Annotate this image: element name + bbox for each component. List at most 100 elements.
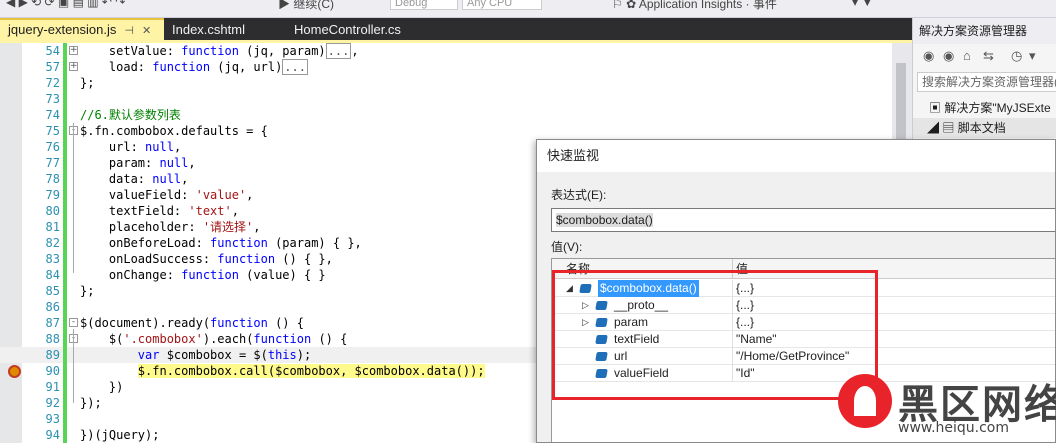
change-marker bbox=[63, 155, 67, 171]
line-number: 79 bbox=[45, 188, 60, 202]
line-number: 84 bbox=[45, 268, 60, 282]
code-text[interactable]: onChange: function (value) { } bbox=[80, 267, 326, 283]
sync-icon[interactable]: ⇆ bbox=[983, 48, 994, 64]
change-marker bbox=[63, 139, 67, 155]
code-text[interactable]: })(jQuery); bbox=[80, 427, 159, 443]
line-number: 81 bbox=[45, 220, 60, 234]
solution-icon: ▣ bbox=[929, 101, 945, 115]
line-number: 72 bbox=[45, 76, 60, 90]
code-text[interactable]: $.fn.combobox.call($combobox, $combobox.… bbox=[80, 363, 485, 379]
code-text[interactable]: $('.combobox').each(function () { bbox=[80, 331, 347, 347]
change-marker bbox=[63, 75, 67, 91]
tab-jquery-extension[interactable]: jquery-extension.js ⊣ ✕ bbox=[0, 18, 164, 40]
code-text[interactable]: $.fn.combobox.defaults = { bbox=[80, 123, 268, 139]
code-text[interactable]: onBeforeLoad: function (param) { }, bbox=[80, 235, 362, 251]
insights-button[interactable]: ⚐ ✿ Application Insights · 事件 bbox=[612, 0, 777, 11]
code-text[interactable]: valueField: 'value', bbox=[80, 187, 254, 203]
line-number: 75 bbox=[45, 124, 60, 138]
change-marker bbox=[63, 427, 67, 443]
change-marker bbox=[63, 363, 67, 379]
collapse-icon[interactable]: - bbox=[69, 318, 78, 327]
line-number: 57 bbox=[45, 60, 60, 74]
platform-dropdown[interactable]: Any CPU bbox=[462, 0, 542, 10]
code-line[interactable]: 75-$.fn.combobox.defaults = { bbox=[0, 123, 912, 139]
watermark-url: www.heiqu.com bbox=[898, 420, 1010, 436]
line-number: 54 bbox=[45, 44, 60, 58]
code-text[interactable]: }) bbox=[80, 379, 123, 395]
close-icon[interactable]: ✕ bbox=[142, 25, 151, 37]
code-text[interactable]: onLoadSuccess: function () { }, bbox=[80, 251, 333, 267]
code-text[interactable]: textField: 'text', bbox=[80, 203, 239, 219]
watermark-logo-icon bbox=[838, 374, 892, 428]
expression-input[interactable]: $combobox.data() bbox=[551, 208, 1055, 232]
code-line[interactable]: 72}; bbox=[0, 75, 912, 91]
folder-node[interactable]: ◢ ▤ 脚本文档 bbox=[913, 118, 1056, 138]
line-number: 92 bbox=[45, 396, 60, 410]
main-toolbar: ◀ ▶ ⟲ ⟳ ▣ ▤ ▥ ↶ ↷ ▶ 继续(C) Debug Any CPU … bbox=[0, 0, 1056, 18]
line-number: 78 bbox=[45, 172, 60, 186]
change-marker bbox=[63, 171, 67, 187]
line-number: 91 bbox=[45, 380, 60, 394]
quickwatch-title[interactable]: 快速监视 bbox=[537, 140, 1055, 172]
change-marker bbox=[63, 187, 67, 203]
code-line[interactable]: 73 bbox=[0, 91, 912, 107]
code-text[interactable]: }); bbox=[80, 395, 102, 411]
code-text[interactable]: param: null, bbox=[80, 155, 196, 171]
history-icon[interactable]: ◷ bbox=[1011, 48, 1022, 64]
change-marker bbox=[63, 251, 67, 267]
dropdown-icon[interactable]: ▾ bbox=[1029, 48, 1036, 64]
back-icon[interactable]: ◉ bbox=[923, 48, 934, 64]
expand-icon[interactable]: + bbox=[69, 62, 78, 71]
code-text[interactable]: }; bbox=[80, 283, 94, 299]
code-text[interactable]: placeholder: '请选择', bbox=[80, 219, 261, 235]
code-line[interactable]: 54 + setValue: function (jq, param)..., bbox=[0, 43, 912, 59]
fold-guide bbox=[73, 123, 74, 273]
forward-icon[interactable]: ◉ bbox=[943, 48, 954, 64]
config-dropdown[interactable]: Debug bbox=[390, 0, 458, 10]
change-marker bbox=[63, 267, 67, 283]
solution-node[interactable]: ▣ 解决方案"MyJSExte bbox=[913, 98, 1056, 118]
toolbar-overflow[interactable]: ▾ ▼ bbox=[852, 0, 873, 11]
change-marker bbox=[63, 219, 67, 235]
breakpoint-current-icon[interactable] bbox=[8, 365, 21, 378]
value-label: 值(V): bbox=[551, 240, 583, 254]
pin-icon[interactable]: ⊣ bbox=[124, 25, 134, 37]
code-text[interactable]: }; bbox=[80, 75, 94, 91]
solution-explorer-title: 解决方案资源管理器 bbox=[913, 18, 1056, 44]
line-number: 76 bbox=[45, 140, 60, 154]
code-text[interactable]: setValue: function (jq, param)..., bbox=[80, 43, 359, 59]
toolbar-icons[interactable]: ◀ ▶ ⟲ ⟳ ▣ ▤ ▥ ↶ ↷ bbox=[6, 0, 125, 11]
line-number: 83 bbox=[45, 252, 60, 266]
home-icon[interactable]: ⌂ bbox=[963, 48, 971, 63]
code-line[interactable]: 74 //6.默认参数列表 bbox=[0, 107, 912, 123]
code-line[interactable]: 57 + load: function (jq, url)... bbox=[0, 59, 912, 75]
line-number: 87 bbox=[45, 316, 60, 330]
code-text[interactable]: load: function (jq, url)... bbox=[80, 59, 308, 75]
solution-search-input[interactable]: 搜索解决方案资源管理器( bbox=[917, 72, 1056, 92]
highlight-annotation bbox=[552, 270, 878, 400]
line-number: 90 bbox=[45, 364, 60, 378]
line-number: 88 bbox=[45, 332, 60, 346]
change-marker bbox=[63, 91, 67, 107]
change-marker bbox=[63, 107, 67, 123]
tab-homecontroller[interactable]: HomeController.cs bbox=[286, 20, 426, 40]
code-text[interactable]: var $combobox = $(this); bbox=[80, 347, 311, 363]
change-marker bbox=[63, 59, 67, 75]
code-text[interactable]: url: null, bbox=[80, 139, 181, 155]
change-marker bbox=[63, 203, 67, 219]
watermark: 黑区网络 www.heiqu.com bbox=[838, 370, 1056, 443]
code-text[interactable]: data: null, bbox=[80, 171, 189, 187]
continue-button[interactable]: ▶ 继续(C) bbox=[278, 0, 334, 11]
code-text[interactable]: //6.默认参数列表 bbox=[80, 107, 181, 123]
change-marker bbox=[63, 299, 67, 315]
change-marker bbox=[63, 379, 67, 395]
code-text[interactable]: $(document).ready(function () { bbox=[80, 315, 304, 331]
change-marker bbox=[63, 283, 67, 299]
folder-icon: ▤ bbox=[942, 121, 958, 135]
expand-icon[interactable]: + bbox=[69, 46, 78, 55]
change-marker bbox=[63, 331, 67, 347]
line-number: 80 bbox=[45, 204, 60, 218]
collapse-icon[interactable]: ◢ bbox=[927, 121, 942, 135]
tab-index-cshtml[interactable]: Index.cshtml bbox=[164, 20, 288, 40]
change-marker bbox=[63, 395, 67, 411]
